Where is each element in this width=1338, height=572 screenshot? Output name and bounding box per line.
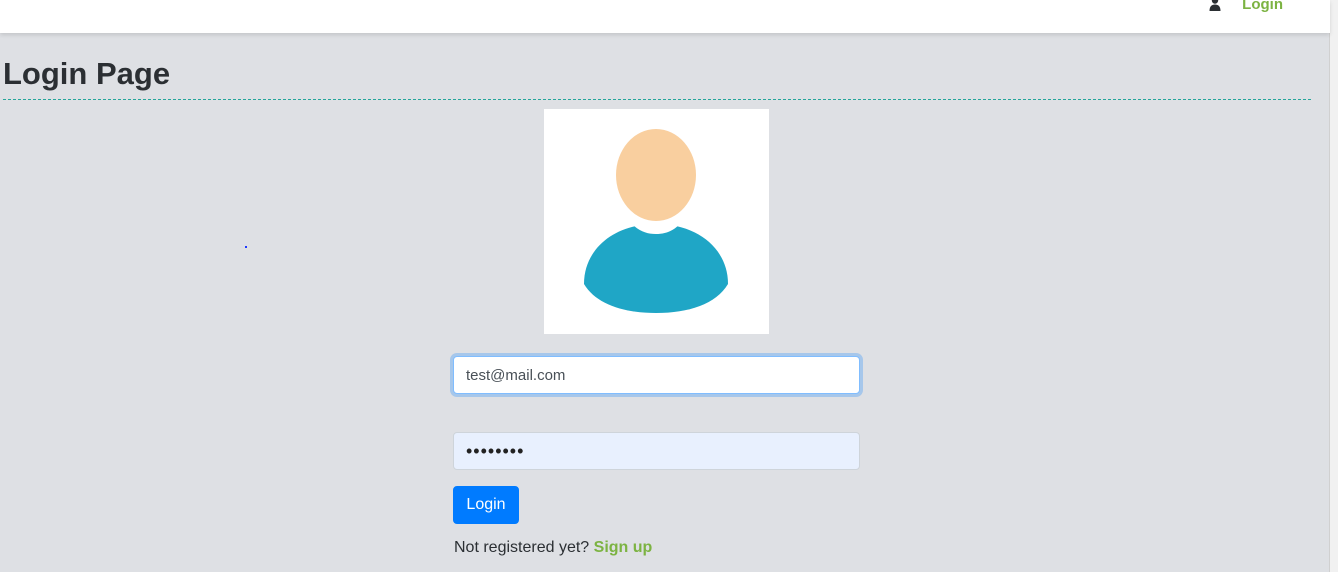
- signup-link[interactable]: Sign up: [594, 539, 653, 556]
- stray-dot: [245, 246, 247, 248]
- avatar-image: [544, 109, 769, 334]
- password-field[interactable]: [453, 432, 860, 470]
- vertical-scrollbar[interactable]: [1329, 0, 1338, 572]
- page-title: Login Page: [3, 56, 171, 91]
- email-field[interactable]: [453, 356, 860, 394]
- title-divider: [3, 99, 1311, 100]
- signup-prompt-text: Not registered yet?: [454, 539, 590, 556]
- nav-login-link[interactable]: Login: [1242, 0, 1283, 13]
- signup-prompt-line: Not registered yet? Sign up: [454, 539, 652, 557]
- user-avatar-icon: [584, 129, 728, 313]
- login-button[interactable]: Login: [453, 486, 519, 524]
- user-icon[interactable]: [1208, 0, 1222, 11]
- top-navbar: Login: [0, 0, 1330, 33]
